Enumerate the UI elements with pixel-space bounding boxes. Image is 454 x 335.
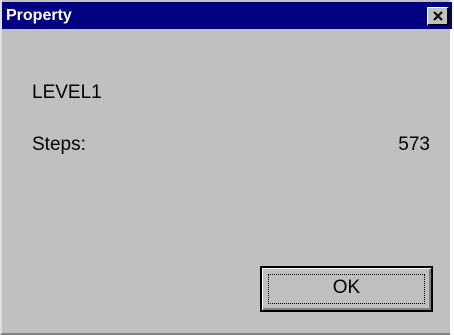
close-button[interactable]	[427, 7, 449, 26]
ok-button[interactable]: OK	[260, 266, 433, 312]
close-icon	[433, 11, 443, 21]
steps-label: Steps:	[32, 134, 86, 155]
ok-button-label: OK	[332, 277, 361, 298]
window-title: Property	[6, 7, 72, 24]
property-dialog: Property LEVEL1 Steps: 573 OK	[0, 0, 452, 335]
title-bar[interactable]: Property	[2, 2, 452, 29]
steps-value: 573	[398, 134, 430, 155]
level-name: LEVEL1	[32, 82, 102, 103]
